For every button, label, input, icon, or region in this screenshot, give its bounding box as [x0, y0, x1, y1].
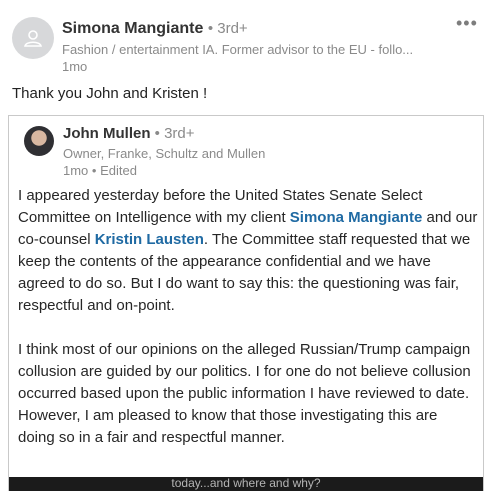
shared-author-headline: Owner, Franke, Schultz and Mullen	[63, 146, 266, 161]
mention-simona[interactable]: Simona Mangiante	[290, 209, 423, 226]
shared-paragraph-2: I think most of our opinions on the alle…	[18, 341, 471, 446]
poster-avatar[interactable]	[12, 17, 54, 59]
poster-name-text[interactable]: Simona Mangiante	[62, 20, 203, 37]
shared-author-name-text[interactable]: John Mullen	[63, 125, 151, 142]
shared-author-name[interactable]: John Mullen • 3rd+	[63, 125, 195, 142]
more-options-icon[interactable]: •••	[456, 14, 478, 32]
user-placeholder-icon	[24, 30, 42, 47]
shared-author-avatar[interactable]	[24, 126, 54, 156]
shared-post-card[interactable]: John Mullen • 3rd+ Owner, Franke, Schult…	[8, 115, 484, 491]
poster-name[interactable]: Simona Mangiante • 3rd+	[62, 20, 248, 38]
shared-paragraph-1: I appeared yesterday before the United S…	[18, 187, 478, 314]
post-text: Thank you John and Kristen !	[12, 85, 208, 102]
video-caption: today...and where and why?	[171, 477, 321, 490]
shared-post-body: I appeared yesterday before the United S…	[18, 185, 478, 471]
shared-connection-degree: • 3rd+	[154, 125, 195, 142]
mention-kristin[interactable]: Kristin Lausten	[95, 231, 204, 248]
shared-post-timestamp: 1mo • Edited	[63, 163, 137, 178]
post-timestamp: 1mo	[62, 59, 88, 74]
video-preview[interactable]: today...and where and why?	[9, 477, 483, 491]
poster-headline: Fashion / entertainment IA. Former advis…	[62, 42, 414, 57]
connection-degree: • 3rd+	[207, 20, 248, 37]
